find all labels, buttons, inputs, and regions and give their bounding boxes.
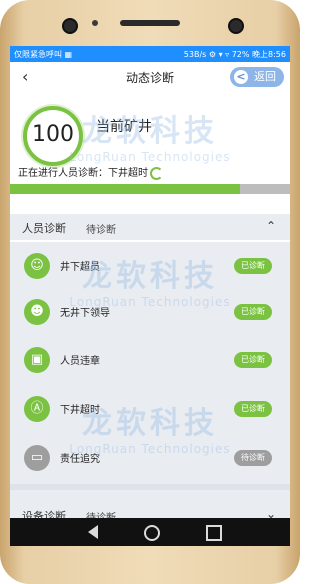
top-navbar: ‹ 动态诊断 < 返回 xyxy=(10,62,290,93)
personnel-section-header[interactable]: 人员诊断 待诊断 ⌃ xyxy=(10,214,290,240)
return-button[interactable]: < 返回 xyxy=(230,67,284,87)
personnel-section-title: 人员诊断 xyxy=(22,222,66,235)
person-icon: ☻ xyxy=(24,299,50,325)
chevron-up-icon[interactable]: ⌃ xyxy=(266,219,276,233)
diagnosis-status: 正在进行人员诊断：下井超时 xyxy=(18,164,163,180)
system-back-icon[interactable] xyxy=(88,525,98,539)
list-item[interactable]: ☻ 无井下领导 已诊断 xyxy=(10,292,290,336)
front-camera-2-icon xyxy=(228,18,244,34)
diagnosis-status-text: 正在进行人员诊断：下井超时 xyxy=(18,168,148,179)
status-badge: 待诊断 xyxy=(234,450,272,466)
status-bar: 仅限紧急呼叫 ▦ 53B/s ⚙ ▾ ▿ 72% 晚上8:56 xyxy=(10,46,290,62)
phone-top-bezel xyxy=(0,0,300,46)
phone-frame: 仅限紧急呼叫 ▦ 53B/s ⚙ ▾ ▿ 72% 晚上8:56 ‹ 动态诊断 <… xyxy=(0,0,300,584)
sensor-icon xyxy=(92,20,98,26)
clock-a-icon: Ⓐ xyxy=(24,396,50,422)
list-item-label: 责任追究 xyxy=(60,454,100,465)
status-badge: 已诊断 xyxy=(234,304,272,320)
earpiece-speaker xyxy=(120,20,180,26)
list-item[interactable]: ☺ 井下超员 已诊断 xyxy=(10,246,290,290)
front-camera-icon xyxy=(62,18,78,34)
list-item[interactable]: Ⓐ 下井超时 已诊断 xyxy=(10,389,290,433)
id-card-icon: ▣ xyxy=(24,347,50,373)
status-badge: 已诊断 xyxy=(234,352,272,368)
status-badge: 已诊断 xyxy=(234,258,272,274)
section-divider xyxy=(10,484,290,490)
car-icon: ▭ xyxy=(24,445,50,471)
loading-spinner-icon xyxy=(150,166,163,180)
list-item[interactable]: ▭ 责任追究 待诊断 xyxy=(10,438,290,482)
system-home-icon[interactable] xyxy=(144,525,160,541)
score-value: 100 xyxy=(32,122,74,147)
system-recents-icon[interactable] xyxy=(206,525,222,541)
back-circle-icon: < xyxy=(234,70,248,84)
list-item-label: 人员违章 xyxy=(60,356,100,367)
list-item-label: 无井下领导 xyxy=(60,308,110,319)
app-screen: 仅限紧急呼叫 ▦ 53B/s ⚙ ▾ ▿ 72% 晚上8:56 ‹ 动态诊断 <… xyxy=(10,46,290,546)
system-nav-bar xyxy=(10,518,290,546)
return-button-label: 返回 xyxy=(254,70,276,83)
personnel-section-status: 待诊断 xyxy=(86,225,116,236)
list-item-label: 井下超员 xyxy=(60,262,100,273)
diagnosis-progress-bar xyxy=(10,184,290,194)
score-ring: 100 xyxy=(23,106,83,166)
list-item[interactable]: ▣ 人员违章 已诊断 xyxy=(10,340,290,384)
people-icon: ☺ xyxy=(24,253,50,279)
list-item-label: 下井超时 xyxy=(60,405,100,416)
diagnosis-progress-fill xyxy=(10,184,240,194)
mine-name: 当前矿井 xyxy=(96,119,152,135)
status-badge: 已诊断 xyxy=(234,401,272,417)
status-right-text: 53B/s ⚙ ▾ ▿ 72% 晚上8:56 xyxy=(183,50,286,59)
status-left-text: 仅限紧急呼叫 ▦ xyxy=(14,50,73,59)
